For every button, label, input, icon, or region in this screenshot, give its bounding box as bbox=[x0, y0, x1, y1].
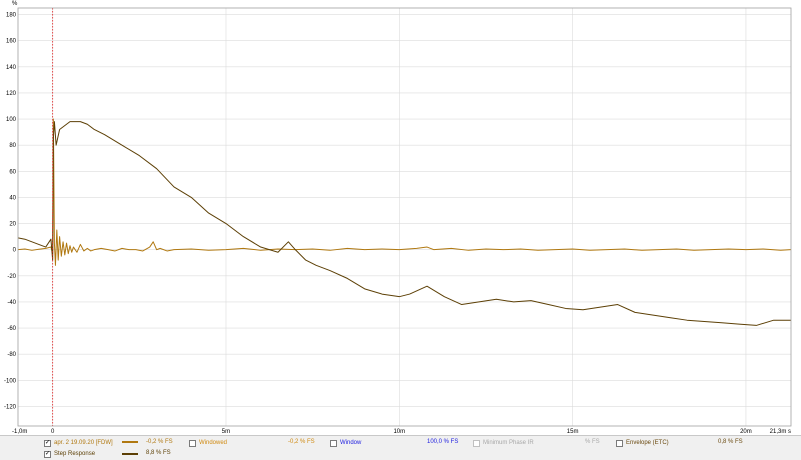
legend-bar: ✓ apr. 2 19.09.20 [FDW] -0,2 % FS Window… bbox=[0, 435, 801, 460]
y-tick-label: -120 bbox=[4, 404, 17, 410]
y-tick-label: 80 bbox=[9, 143, 16, 149]
legend-value-window: 100,0 % FS bbox=[427, 439, 459, 445]
y-tick-label: 40 bbox=[9, 195, 16, 201]
legend-value-envelope: 0,8 % FS bbox=[718, 439, 743, 445]
plot-area[interactable]: 180160140120100806040200-20-40-60-80-100… bbox=[0, 0, 801, 435]
legend-value-minimum-phase: % FS bbox=[585, 439, 600, 445]
y-tick-label: 160 bbox=[6, 39, 17, 45]
legend-checkbox-step-response[interactable]: ✓ bbox=[44, 450, 51, 458]
y-axis-unit: % bbox=[12, 1, 18, 7]
legend-value-windowed: -0,2 % FS bbox=[288, 439, 315, 445]
y-tick-label: 100 bbox=[6, 117, 17, 123]
legend-checkbox-minimum-phase[interactable] bbox=[473, 439, 480, 447]
plot-background bbox=[0, 0, 801, 435]
legend-value-measurement: -0,2 % FS bbox=[146, 439, 173, 445]
y-tick-label: 120 bbox=[6, 91, 17, 97]
y-tick-label: 140 bbox=[6, 65, 17, 71]
legend-label-envelope: Envelope (ETC) bbox=[626, 440, 669, 446]
y-tick-label: -100 bbox=[4, 378, 17, 384]
y-tick-label: -60 bbox=[7, 326, 16, 332]
legend-item-window[interactable]: Window bbox=[330, 438, 361, 448]
y-tick-label: 60 bbox=[9, 169, 16, 175]
y-tick-label: 180 bbox=[6, 13, 17, 19]
legend-item-windowed[interactable]: Windowed bbox=[189, 438, 227, 448]
y-tick-label: 20 bbox=[9, 222, 16, 228]
y-tick-label: -20 bbox=[7, 274, 16, 280]
legend-label-measurement: apr. 2 19.09.20 [FDW] bbox=[54, 440, 113, 446]
legend-label-windowed: Windowed bbox=[199, 440, 228, 446]
y-tick-label: -80 bbox=[7, 352, 16, 358]
legend-checkbox-window[interactable] bbox=[330, 439, 337, 447]
legend-swatch-measurement bbox=[122, 441, 138, 443]
legend-item-envelope[interactable]: Envelope (ETC) bbox=[616, 438, 669, 448]
legend-label-step-response: Step Response bbox=[54, 451, 96, 457]
legend-value-step-response: 8,8 % FS bbox=[146, 450, 171, 456]
legend-checkbox-envelope[interactable] bbox=[616, 439, 623, 447]
legend-item-step-response[interactable]: ✓ Step Response bbox=[44, 449, 95, 459]
legend-checkbox-measurement[interactable]: ✓ bbox=[44, 439, 51, 447]
legend-item-minimum-phase[interactable]: Minimum Phase IR bbox=[473, 438, 534, 448]
legend-label-minimum-phase: Minimum Phase IR bbox=[483, 440, 534, 446]
legend-item-measurement[interactable]: ✓ apr. 2 19.09.20 [FDW] bbox=[44, 438, 113, 448]
y-tick-label: -40 bbox=[7, 300, 16, 306]
legend-label-window: Window bbox=[340, 440, 362, 446]
legend-swatch-step-response bbox=[122, 453, 138, 455]
legend-checkbox-windowed[interactable] bbox=[189, 439, 196, 447]
